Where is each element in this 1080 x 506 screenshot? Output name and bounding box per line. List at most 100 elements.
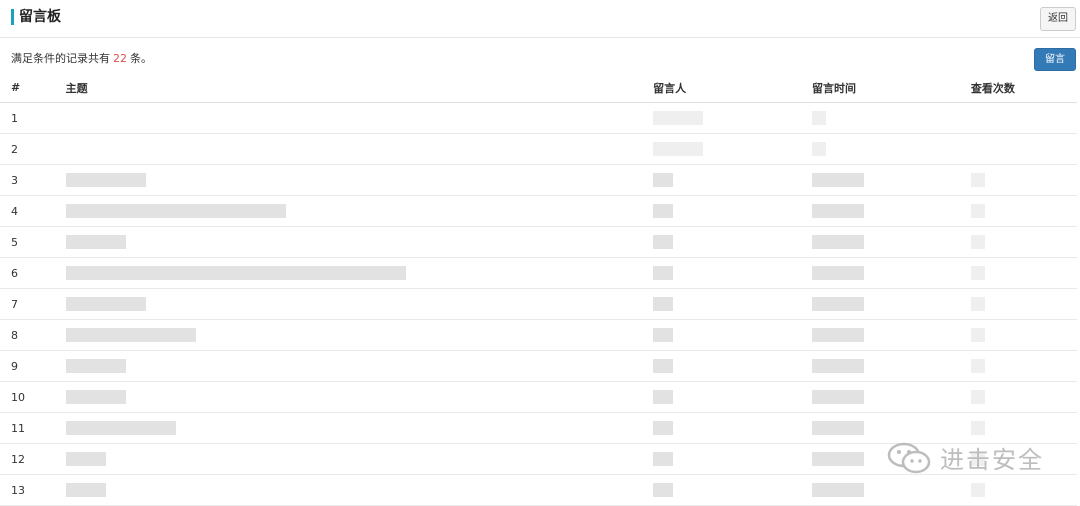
row-views [970,288,1077,320]
row-index: 12 [0,443,60,475]
column-header-index: # [0,73,60,103]
redacted-content [812,173,864,187]
record-count: 22 [113,52,127,65]
row-index: 3 [0,164,60,196]
row-subject[interactable] [59,288,654,320]
row-author [653,257,812,289]
row-time [812,102,971,134]
wechat-icon [887,442,931,473]
page-header: 留言板 返回 [0,0,1080,38]
redacted-content [812,235,864,249]
redacted-content [65,421,176,435]
redacted-content [812,390,864,404]
redacted-content [970,483,985,497]
row-author [653,412,812,444]
row-subject[interactable] [59,257,654,289]
redacted-content [65,204,286,218]
table-row[interactable]: 2 [0,133,1077,165]
title-accent-bar [11,9,14,25]
row-time [812,319,971,351]
row-author [653,319,812,351]
redacted-content [65,359,126,373]
row-subject[interactable] [59,381,654,413]
record-summary: 满足条件的记录共有 22 条。 [11,52,152,66]
redacted-content [653,142,704,156]
redacted-content [653,204,674,218]
table-row[interactable]: 11 [0,412,1077,444]
row-subject[interactable] [59,350,654,382]
row-author [653,195,812,227]
redacted-content [812,204,864,218]
redacted-content [653,328,674,342]
row-time [812,195,971,227]
row-subject[interactable] [59,133,654,165]
row-time [812,226,971,258]
row-index: 10 [0,381,60,413]
row-subject[interactable] [59,319,654,351]
table-row[interactable]: 1 [0,102,1077,134]
redacted-content [812,142,826,156]
redacted-content [653,421,674,435]
redacted-content [970,328,985,342]
redacted-content [812,452,864,466]
row-index: 5 [0,226,60,258]
table-row[interactable]: 13 [0,474,1077,506]
row-index: 11 [0,412,60,444]
row-subject[interactable] [59,474,654,506]
redacted-content [65,328,196,342]
table-header-row: # 主题 留言人 留言时间 查看次数 [0,73,1077,103]
row-time [812,288,971,320]
table-row[interactable]: 8 [0,319,1077,351]
row-author [653,133,812,165]
table-row[interactable]: 7 [0,288,1077,320]
row-index: 4 [0,195,60,227]
table-row[interactable]: 3 [0,164,1077,196]
back-button[interactable]: 返回 [1040,7,1076,31]
row-author [653,288,812,320]
row-subject[interactable] [59,195,654,227]
row-index: 6 [0,257,60,289]
row-subject[interactable] [59,102,654,134]
table-row[interactable]: 6 [0,257,1077,289]
post-message-button[interactable]: 留言 [1034,48,1076,71]
row-index: 1 [0,102,60,134]
redacted-content [812,297,864,311]
table-row[interactable]: 10 [0,381,1077,413]
column-header-time[interactable]: 留言时间 [812,73,971,103]
redacted-content [653,235,674,249]
row-author [653,443,812,475]
row-index: 9 [0,350,60,382]
row-subject[interactable] [59,164,654,196]
row-index: 2 [0,133,60,165]
row-time [812,474,971,506]
row-views [970,257,1077,289]
redacted-content [812,359,864,373]
column-header-views[interactable]: 查看次数 [970,73,1077,103]
row-views [970,474,1077,506]
row-subject[interactable] [59,226,654,258]
redacted-content [970,359,985,373]
redacted-content [65,297,146,311]
redacted-content [970,421,985,435]
row-views [970,319,1077,351]
row-views [970,412,1077,444]
table-row[interactable]: 9 [0,350,1077,382]
row-views [970,133,1077,165]
redacted-content [65,235,126,249]
table-row[interactable]: 4 [0,195,1077,227]
redacted-content [812,421,864,435]
redacted-content [653,297,674,311]
redacted-content [970,204,985,218]
redacted-content [812,483,864,497]
redacted-content [653,359,674,373]
redacted-content [970,297,985,311]
redacted-content [65,452,106,466]
row-subject[interactable] [59,443,654,475]
row-author [653,350,812,382]
row-subject[interactable] [59,412,654,444]
row-views [970,226,1077,258]
column-header-subject[interactable]: 主题 [59,73,654,103]
column-header-author[interactable]: 留言人 [653,73,812,103]
redacted-content [653,173,674,187]
table-row[interactable]: 5 [0,226,1077,258]
